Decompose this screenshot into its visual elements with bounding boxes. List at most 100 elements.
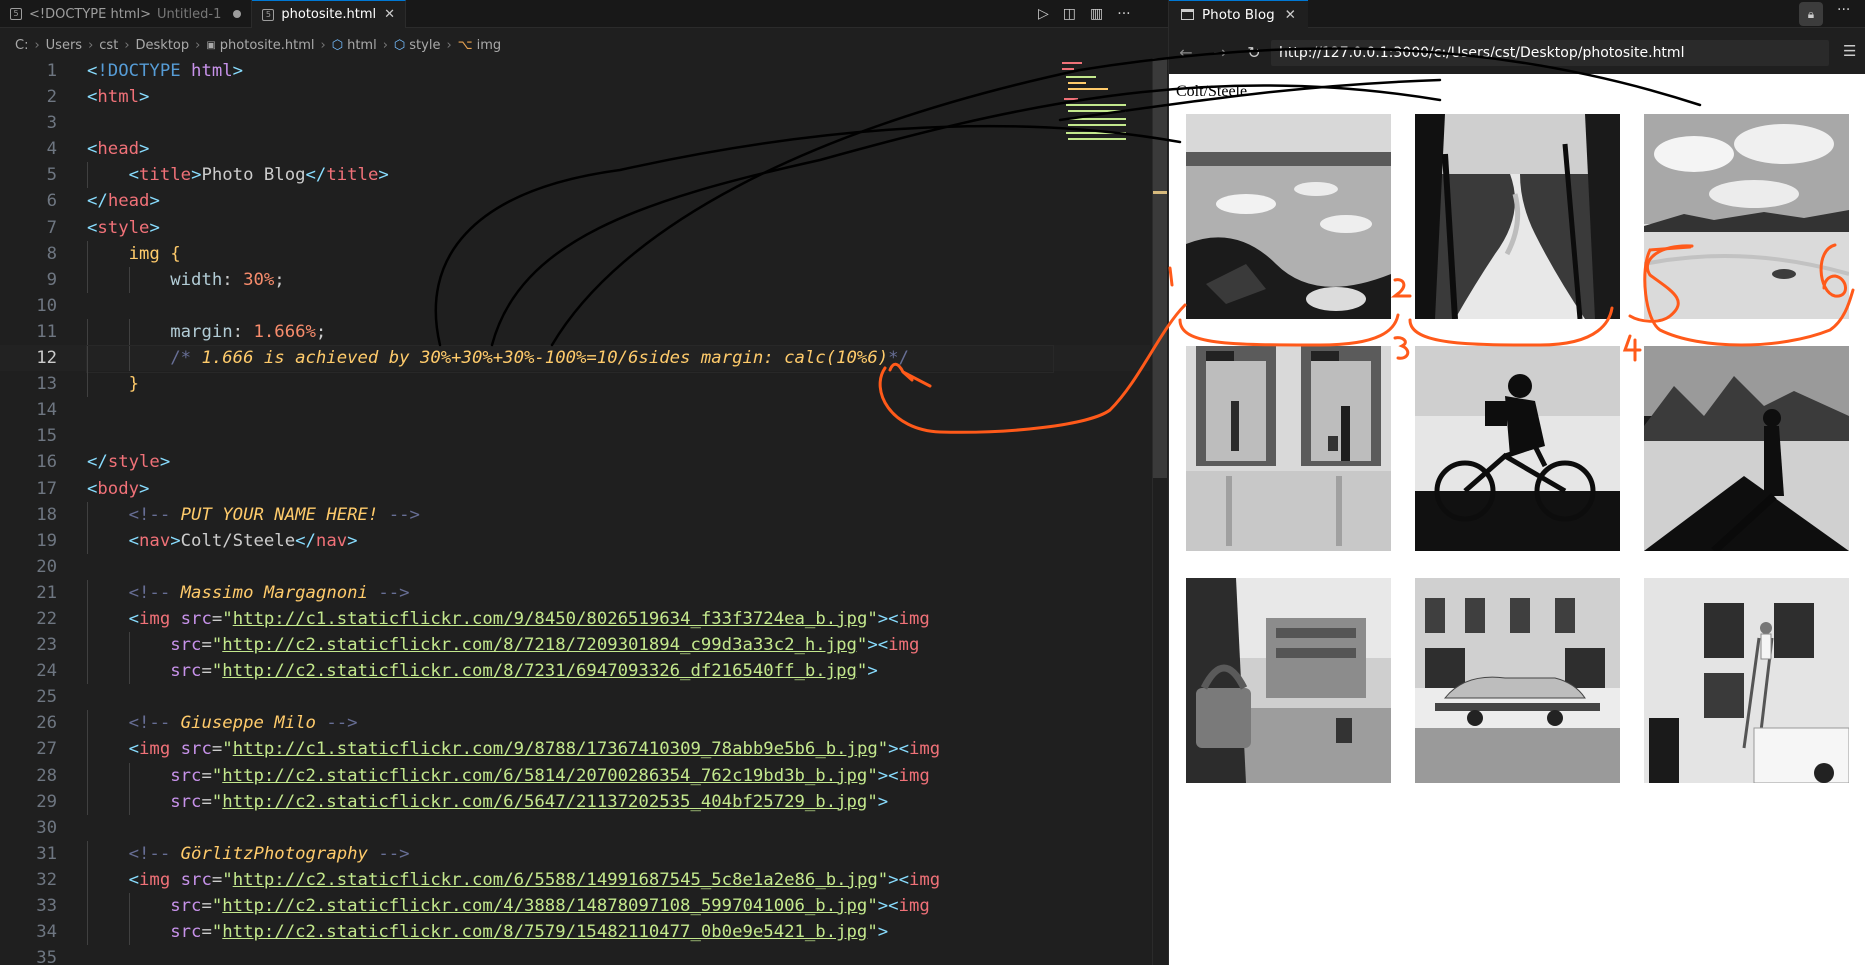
breadcrumb-item[interactable]: html (347, 38, 377, 53)
lock-icon[interactable]: 🔒︎ (1799, 2, 1823, 26)
photo-walker (1644, 346, 1849, 551)
line-number: 13 (36, 374, 57, 395)
code-text: <!-- PUT YOUR NAME HERE! --> (128, 504, 420, 525)
code-editor[interactable]: 1 <!DOCTYPE html> 2 <html> 3 4 <head> 5 <title>… (0, 58, 1150, 965)
code-line[interactable]: 4 <head> (0, 136, 1150, 162)
code-text: <!-- GörlitzPhotography --> (128, 843, 410, 864)
line-number: 5 (46, 165, 57, 186)
code-line[interactable]: 24 src="http://c2.staticflickr.com/8/723… (0, 658, 1150, 685)
code-line[interactable]: 33 src="http://c2.staticflickr.com/4/388… (0, 893, 1150, 920)
code-line[interactable]: 3 (0, 110, 1150, 136)
unsaved-dot-icon[interactable] (233, 10, 242, 18)
code-text: <!DOCTYPE html> (87, 61, 244, 81)
code-text: <style> (87, 217, 160, 238)
code-line[interactable]: 34 src="http://c2.staticflickr.com/8/757… (0, 919, 1150, 946)
code-line[interactable]: 10 (0, 293, 1150, 319)
breadcrumb-item[interactable]: C: (15, 38, 28, 53)
code-text: <title>Photo Blog</title> (128, 165, 389, 186)
photo-car-trailer (1415, 578, 1620, 783)
photo-ladder (1644, 578, 1849, 783)
code-line[interactable]: 25 (0, 684, 1150, 710)
code-line[interactable]: 17 <body> (0, 476, 1150, 502)
close-icon[interactable]: ✕ (1285, 7, 1296, 23)
code-line[interactable]: 19 <nav>Colt/Steele</nav> (0, 527, 1150, 554)
code-line[interactable]: 18 <!-- PUT YOUR NAME HERE! --> (0, 501, 1150, 528)
html-file-icon: ▣ (206, 39, 216, 51)
code-line[interactable]: 2 <html> (0, 84, 1150, 110)
code-line[interactable]: 35 (0, 945, 1150, 965)
code-text: <html> (87, 87, 150, 108)
code-line[interactable]: 14 (0, 397, 1150, 423)
line-number: 20 (36, 556, 57, 577)
run-icon[interactable]: ▷ (1038, 6, 1049, 22)
cube-icon: ⬡ (331, 37, 344, 53)
breadcrumb-item[interactable]: photosite.html (220, 38, 315, 53)
code-line[interactable]: 5 <title>Photo Blog</title> (0, 162, 1150, 189)
split-editor-icon[interactable]: ▥ (1090, 6, 1103, 22)
line-number: 34 (36, 922, 57, 943)
code-line[interactable]: 1 <!DOCTYPE html> (0, 58, 1150, 84)
breadcrumb-item[interactable]: img (477, 38, 502, 53)
code-line[interactable]: 8 img { (0, 240, 1150, 267)
code-line[interactable]: 7 <style> (0, 215, 1150, 241)
code-line[interactable]: 6 </head> (0, 188, 1150, 214)
code-line[interactable]: 11 margin: 1.666%; (0, 318, 1150, 346)
line-number: 29 (36, 791, 57, 812)
code-text: </style> (87, 452, 171, 473)
code-line[interactable]: 15 (0, 423, 1150, 449)
line-number: 4 (46, 139, 57, 160)
code-line[interactable]: 27 <img src="http://c1.staticflickr.com/… (0, 736, 1150, 763)
breadcrumb-item[interactable]: Desktop (136, 38, 190, 53)
code-line[interactable]: 30 (0, 815, 1150, 841)
browser-window-icon (1181, 9, 1194, 20)
code-line[interactable]: 28 src="http://c2.staticflickr.com/6/581… (0, 762, 1150, 789)
breadcrumb-item[interactable]: style (409, 38, 440, 53)
breadcrumb-item[interactable]: cst (99, 38, 118, 53)
line-number: 26 (36, 713, 57, 734)
tab-label: <!DOCTYPE html> (29, 6, 151, 22)
code-line[interactable]: 32 <img src="http://c2.staticflickr.com/… (0, 866, 1150, 893)
code-text: src="http://c2.staticflickr.com/8/7231/6… (170, 661, 878, 682)
code-line[interactable]: 12 /* 1.666 is achieved by 30%+30%+30%-1… (0, 345, 1150, 374)
code-line[interactable]: 13 } (0, 371, 1150, 398)
tab-untitled[interactable]: 5 <!DOCTYPE html> Untitled-1 (0, 0, 253, 28)
tab-photo-blog[interactable]: Photo Blog ✕ (1169, 0, 1308, 28)
line-number: 17 (36, 478, 57, 499)
site-nav[interactable]: Colt/Steele (1176, 83, 1247, 101)
rendered-page: Colt/Steele (1169, 74, 1865, 965)
reload-icon[interactable]: ↻ (1237, 43, 1271, 62)
minimap[interactable] (1060, 58, 1150, 148)
code-line[interactable]: 22 <img src="http://c1.staticflickr.com/… (0, 605, 1150, 633)
code-text: src="http://c2.staticflickr.com/8/7218/7… (170, 635, 920, 656)
code-line[interactable]: 9 width: 30%; (0, 266, 1150, 293)
tag-icon: ⌥ (457, 37, 473, 53)
code-text: <nav>Colt/Steele</nav> (128, 530, 358, 551)
line-number: 8 (46, 243, 57, 264)
code-line[interactable]: 26 <!-- Giuseppe Milo --> (0, 710, 1150, 737)
close-icon[interactable]: ✕ (384, 7, 395, 22)
photo-elevators (1186, 346, 1391, 551)
forward-icon[interactable]: → (1203, 43, 1237, 62)
code-line[interactable]: 23 src="http://c2.staticflickr.com/8/721… (0, 632, 1150, 659)
more-icon[interactable]: ··· (1837, 2, 1850, 18)
back-icon[interactable]: ← (1169, 43, 1203, 62)
menu-icon[interactable]: ☰ (1843, 42, 1856, 60)
code-line[interactable]: 31 <!-- GörlitzPhotography --> (0, 840, 1150, 867)
code-line[interactable]: 21 <!-- Massimo Margagnoni --> (0, 579, 1150, 606)
more-icon[interactable]: ··· (1117, 6, 1130, 22)
line-number: 27 (36, 739, 57, 760)
code-line[interactable]: 29 src="http://c2.staticflickr.com/6/564… (0, 788, 1150, 815)
line-number: 23 (36, 635, 57, 656)
editor-scroll-thumb[interactable] (1153, 58, 1167, 478)
line-number: 30 (36, 817, 57, 838)
code-text: src="http://c2.staticflickr.com/6/5814/2… (170, 765, 930, 786)
url-input[interactable]: http://127.0.0.1:3000/c:/Users/cst/Deskt… (1271, 40, 1829, 66)
split-preview-icon[interactable]: ◫ (1063, 6, 1076, 22)
code-line[interactable]: 20 (0, 554, 1150, 580)
breadcrumb-item[interactable]: Users (46, 38, 82, 53)
line-number: 6 (46, 191, 57, 212)
code-line[interactable]: 16 </style> (0, 449, 1150, 475)
editor-tab-bar: 5 <!DOCTYPE html> Untitled-1 5 photosite… (0, 0, 1168, 28)
tab-photosite[interactable]: 5 photosite.html ✕ (252, 0, 407, 28)
line-number: 21 (36, 582, 57, 603)
